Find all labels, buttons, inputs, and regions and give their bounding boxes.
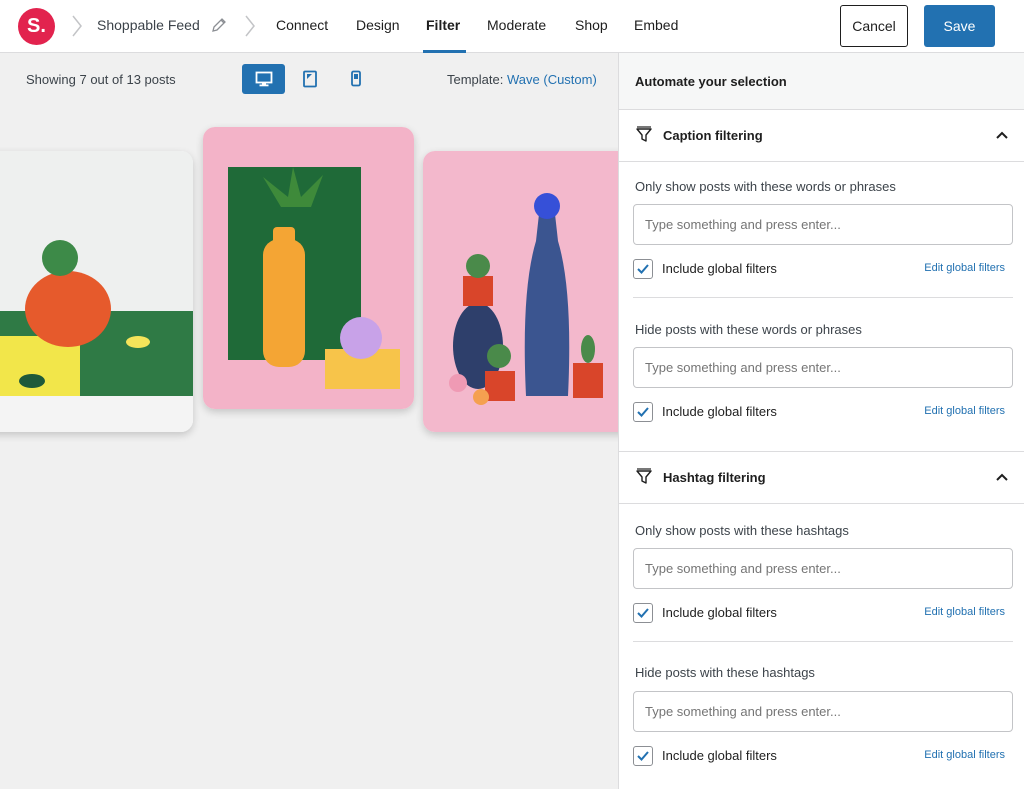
feed-preview: Showing 7 out of 13 posts Template: Wave… bbox=[0, 53, 618, 789]
hashtag-only-show-label: Only show posts with these hashtags bbox=[635, 523, 849, 538]
post-image bbox=[0, 151, 193, 432]
tab-connect[interactable]: Connect bbox=[276, 17, 328, 33]
caption-filtering-title: Caption filtering bbox=[663, 128, 763, 143]
checkmark-icon bbox=[637, 264, 649, 274]
edit-global-filters-link[interactable]: Edit global filters bbox=[924, 606, 1005, 618]
divider bbox=[633, 297, 1013, 298]
post-card[interactable] bbox=[0, 151, 193, 432]
checkmark-icon bbox=[637, 608, 649, 618]
post-image bbox=[423, 151, 618, 432]
device-tablet-button[interactable] bbox=[288, 64, 331, 94]
caption-hide-include-checkbox[interactable] bbox=[633, 402, 653, 422]
caption-only-show-label: Only show posts with these words or phra… bbox=[635, 179, 896, 194]
tab-shop[interactable]: Shop bbox=[575, 17, 608, 33]
post-card[interactable] bbox=[423, 151, 618, 432]
hashtag-filtering-title: Hashtag filtering bbox=[663, 470, 766, 485]
pencil-icon[interactable] bbox=[211, 17, 227, 33]
feed-name[interactable]: Shoppable Feed bbox=[97, 17, 200, 33]
chevron-up-icon[interactable] bbox=[995, 471, 1009, 483]
top-header: S. Shoppable Feed Connect Design Filter … bbox=[0, 0, 1024, 53]
hashtag-hide-label: Hide posts with these hashtags bbox=[635, 665, 815, 680]
device-desktop-button[interactable] bbox=[242, 64, 285, 94]
chevron-right-icon bbox=[245, 15, 255, 37]
hashtag-only-show-include-checkbox[interactable] bbox=[633, 603, 653, 623]
hashtag-hide-include-checkbox[interactable] bbox=[633, 746, 653, 766]
include-global-filters-label: Include global filters bbox=[662, 404, 777, 419]
template-info: Template: Wave (Custom) bbox=[447, 72, 597, 87]
chevron-right-icon bbox=[72, 15, 82, 37]
edit-global-filters-link[interactable]: Edit global filters bbox=[924, 262, 1005, 274]
tablet-icon bbox=[302, 70, 317, 88]
include-global-filters-label: Include global filters bbox=[662, 748, 777, 763]
hashtag-filtering-header[interactable]: Hashtag filtering bbox=[619, 452, 1024, 504]
hashtag-only-show-include-row: Include global filters Edit global filte… bbox=[633, 603, 1005, 623]
template-label: Template: bbox=[447, 72, 504, 87]
caption-hide-input[interactable] bbox=[633, 347, 1013, 388]
caption-only-show-include-checkbox[interactable] bbox=[633, 259, 653, 279]
filter-panel: Automate your selection Caption filterin… bbox=[618, 53, 1024, 789]
post-card[interactable] bbox=[203, 127, 414, 409]
include-global-filters-label: Include global filters bbox=[662, 605, 777, 620]
caption-hide-include-row: Include global filters Edit global filte… bbox=[633, 402, 1005, 422]
post-image bbox=[203, 127, 414, 409]
desktop-icon bbox=[255, 71, 272, 87]
edit-global-filters-link[interactable]: Edit global filters bbox=[924, 749, 1005, 761]
tab-design[interactable]: Design bbox=[356, 17, 400, 33]
filter-icon bbox=[636, 468, 652, 484]
caption-filtering-header[interactable]: Caption filtering bbox=[619, 110, 1024, 162]
save-button[interactable]: Save bbox=[924, 5, 995, 47]
include-global-filters-label: Include global filters bbox=[662, 261, 777, 276]
chevron-up-icon[interactable] bbox=[995, 129, 1009, 141]
device-mobile-button[interactable] bbox=[334, 64, 377, 94]
brand-logo[interactable]: S. bbox=[18, 8, 55, 45]
edit-global-filters-link[interactable]: Edit global filters bbox=[924, 405, 1005, 417]
caption-hide-label: Hide posts with these words or phrases bbox=[635, 322, 862, 337]
caption-only-show-include-row: Include global filters Edit global filte… bbox=[633, 259, 1005, 279]
cancel-button[interactable]: Cancel bbox=[840, 5, 908, 47]
caption-only-show-input[interactable] bbox=[633, 204, 1013, 245]
filter-icon bbox=[636, 126, 652, 142]
hashtag-only-show-input[interactable] bbox=[633, 548, 1013, 589]
checkmark-icon bbox=[637, 751, 649, 761]
checkmark-icon bbox=[637, 407, 649, 417]
hashtag-hide-input[interactable] bbox=[633, 691, 1013, 732]
hashtag-hide-include-row: Include global filters Edit global filte… bbox=[633, 746, 1005, 766]
template-link[interactable]: Wave (Custom) bbox=[507, 72, 597, 87]
tab-embed[interactable]: Embed bbox=[634, 17, 678, 33]
showing-count: Showing 7 out of 13 posts bbox=[26, 72, 176, 87]
mobile-icon bbox=[350, 70, 361, 87]
divider bbox=[633, 641, 1013, 642]
tab-moderate[interactable]: Moderate bbox=[487, 17, 546, 33]
tab-filter[interactable]: Filter bbox=[426, 17, 460, 33]
panel-title: Automate your selection bbox=[619, 53, 1024, 110]
